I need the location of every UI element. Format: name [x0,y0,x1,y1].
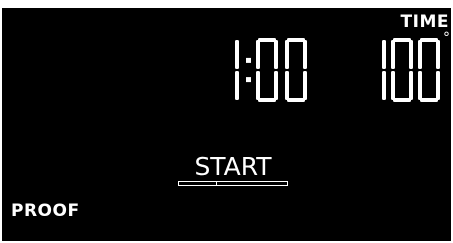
time-label: TIME [400,12,449,32]
digit-segment [393,38,411,42]
digit-segment [418,71,422,100]
digit-segment [258,38,276,42]
mode-label: PROOF [11,201,80,221]
digit-segment [235,40,239,69]
digit-segment [391,71,395,100]
digit-segment [391,40,395,69]
degree-symbol: ° [443,30,450,46]
oven-display-panel: TIME ° START PROOF [2,8,451,241]
digit-segment [418,40,422,69]
digit-segment [393,98,411,102]
digit-segment [287,98,305,102]
digit-segment [436,40,440,69]
digit-segment [235,71,239,100]
digit-segment [274,71,278,100]
digit-segment [256,40,260,69]
digit-segment [382,40,386,69]
digit-segment [303,40,307,69]
colon-dot [246,57,251,63]
digit-segment [285,71,289,100]
digit-segment [258,98,276,102]
start-bar-tick [216,181,217,186]
digit-segment [274,40,278,69]
digit-segment [285,40,289,69]
digit-segment [409,40,413,69]
timer-readout [235,38,307,102]
digit-segment [382,71,386,100]
start-button[interactable]: START [174,153,292,193]
start-label: START [194,152,272,181]
start-underline-bar [178,181,288,186]
digit-segment [256,71,260,100]
colon-dot [246,77,251,83]
digit-segment [436,71,440,100]
digit-segment [303,71,307,100]
digit-segment [420,98,438,102]
temperature-readout [382,38,440,102]
digit-segment [420,38,438,42]
digit-segment [409,71,413,100]
digit-segment [287,38,305,42]
